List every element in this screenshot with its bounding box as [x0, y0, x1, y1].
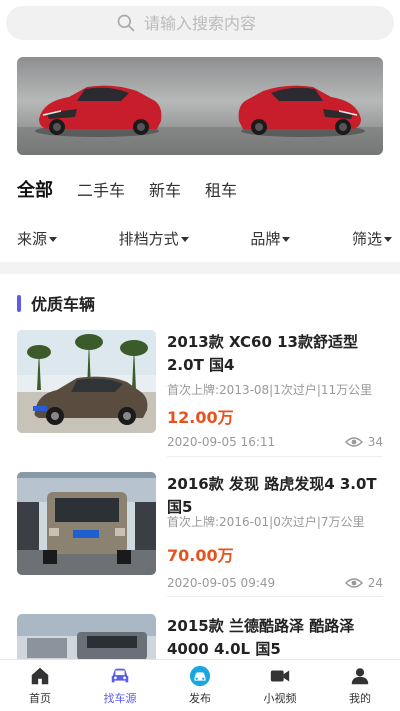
tab-short-video[interactable]: 小视频 — [240, 660, 320, 711]
tab-label: 我的 — [349, 692, 371, 705]
filter-label: 排档方式 — [118, 230, 179, 248]
car-title: 2013款 XC60 13款舒适型 2.0T 国4 — [167, 333, 358, 374]
filter-brand[interactable]: 品牌 — [250, 228, 291, 249]
filter-bar: 来源 排档方式 品牌 筛选 — [17, 228, 392, 249]
search-input[interactable] — [144, 13, 284, 33]
tab-label: 首页 — [29, 692, 51, 705]
car-price: 70.00万 — [167, 546, 234, 565]
filter-label: 来源 — [17, 230, 48, 248]
view-count: 34 — [344, 435, 383, 449]
section-divider — [0, 262, 400, 274]
section-accent-bar — [17, 294, 21, 312]
tab-all[interactable]: 全部 — [17, 176, 53, 202]
car-price: 12.00万 — [167, 408, 234, 427]
eye-icon — [344, 437, 363, 447]
tab-find-car[interactable]: 找车源 — [80, 660, 160, 711]
search-bar[interactable] — [6, 6, 394, 40]
tab-new-car[interactable]: 新车 — [149, 177, 181, 201]
view-count-value: 24 — [367, 576, 383, 590]
car-thumbnail — [17, 472, 156, 575]
tab-home[interactable]: 首页 — [0, 660, 80, 711]
tab-rental[interactable]: 租车 — [205, 177, 237, 201]
filter-source[interactable]: 来源 — [17, 228, 58, 249]
eye-icon — [344, 578, 363, 588]
caret-down-icon — [282, 237, 291, 242]
home-icon — [31, 667, 49, 685]
caret-down-icon — [49, 237, 58, 242]
caret-down-icon — [383, 237, 392, 242]
car-meta: 首次上牌:2013-08|1次过户|11万公里 — [167, 383, 373, 397]
banner-image[interactable] — [17, 57, 383, 155]
tab-used-car[interactable]: 二手车 — [77, 177, 125, 201]
car-list-item[interactable]: 2015款 兰德酷路泽 酷路泽4000 4.0L 国5 — [17, 614, 383, 660]
view-count: 24 — [344, 576, 383, 590]
car-date: 2020-09-05 09:49 — [167, 576, 276, 590]
car-title: 2015款 兰德酷路泽 酷路泽4000 4.0L 国5 — [167, 617, 355, 658]
caret-down-icon — [180, 237, 189, 242]
video-icon — [270, 670, 290, 682]
sports-car-image — [17, 85, 383, 155]
section-header: 优质车辆 — [17, 291, 95, 315]
car-thumbnail — [17, 614, 156, 660]
view-count-value: 34 — [367, 435, 383, 449]
tab-label: 小视频 — [263, 692, 297, 705]
search-icon — [117, 14, 135, 32]
filter-more[interactable]: 筛选 — [352, 228, 392, 249]
category-tabs: 全部 二手车 新车 租车 — [17, 176, 237, 202]
tab-publish[interactable]: 发布 — [160, 660, 240, 711]
bottom-tab-bar: 首页 找车源 发布 小视频 我的 — [0, 659, 400, 711]
user-icon — [351, 668, 369, 685]
filter-label: 筛选 — [351, 230, 382, 248]
car-date: 2020-09-05 16:11 — [167, 435, 276, 449]
publish-icon — [189, 665, 211, 687]
filter-transmission[interactable]: 排档方式 — [119, 228, 189, 249]
tab-label: 找车源 — [103, 692, 137, 705]
car-list-item[interactable]: 2016款 发现 路虎发现4 3.0T 国5 首次上牌:2016-01|0次过户… — [17, 472, 383, 602]
car-list-item[interactable]: 2013款 XC60 13款舒适型 2.0T 国4 首次上牌:2013-08|1… — [17, 330, 383, 460]
car-meta: 首次上牌:2016-01|0次过户|7万公里 — [167, 515, 365, 529]
item-divider — [167, 596, 383, 597]
car-thumbnail — [17, 330, 156, 433]
item-divider — [167, 456, 383, 457]
tab-label: 发布 — [189, 692, 211, 705]
section-title: 优质车辆 — [31, 295, 96, 314]
tab-mine[interactable]: 我的 — [320, 660, 400, 711]
car-icon — [111, 668, 129, 683]
filter-label: 品牌 — [250, 230, 281, 248]
